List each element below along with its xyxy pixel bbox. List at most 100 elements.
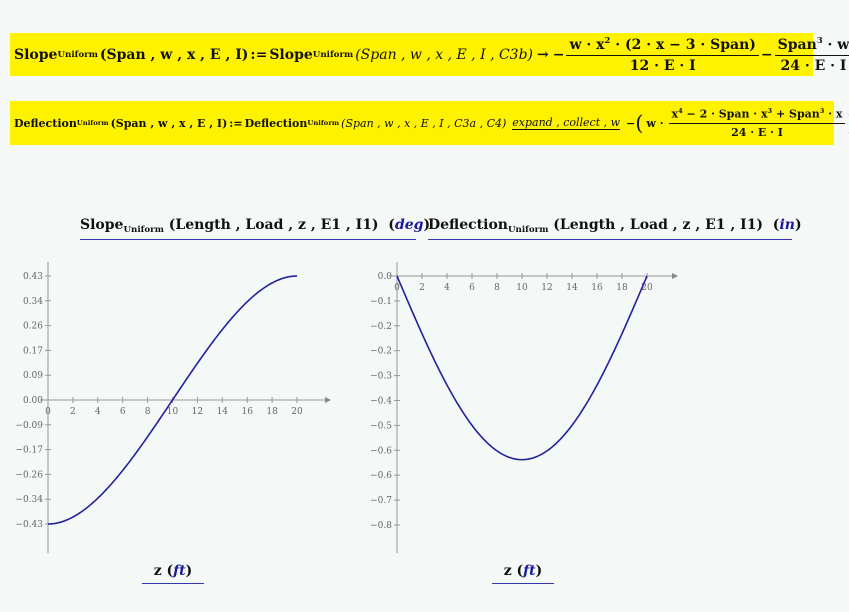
deflection-x-axis-arrow-icon xyxy=(672,273,678,279)
deflection-x-tick-label: 12 xyxy=(541,283,552,293)
slope-x-tick-label: 20 xyxy=(291,407,303,417)
slope-x-axis-arrow-icon xyxy=(325,397,331,403)
slope-x-tick-label: 8 xyxy=(145,407,151,417)
defl-rhs-sub: Uniform xyxy=(307,119,340,127)
frac2-den: 24 · E · I xyxy=(780,57,847,74)
num-c: + Span xyxy=(772,107,820,121)
slope-y-tick-label: −0.09 xyxy=(15,421,43,431)
deflection-y-tick-label: −0.6 xyxy=(370,446,392,456)
slope-chart[interactable]: 0 2 4 6 8 10 12 14 16 18 200.430.340.260.170.090.0… xyxy=(0,0,849,612)
slope-rhs-args: (Span , w , x , E , I , C3b) xyxy=(355,46,534,63)
xlabel-unit: ft xyxy=(173,563,186,579)
defl-lhs-args: (Span , w , x , E , I) xyxy=(110,116,228,130)
slope-x-tick-label: 6 xyxy=(120,407,126,417)
symbolic-arrow: → xyxy=(537,46,549,63)
deflection-x-tick-label: 6 xyxy=(469,283,475,293)
deflection-y-tick-label: −0.7 xyxy=(370,496,392,506)
deflection-y-tick-label: −0.1 xyxy=(370,297,392,307)
minus-sign: − xyxy=(760,46,773,63)
frac2-num-rest: · w xyxy=(822,36,849,53)
num-b: − 2 · Span · x xyxy=(682,107,768,121)
slope-y-tick-label: −0.26 xyxy=(15,470,43,480)
slope-x-tick-label: 4 xyxy=(95,407,101,417)
frac2-num: Span xyxy=(777,36,817,53)
title-unit: in xyxy=(779,217,795,233)
minus-sign: − xyxy=(626,116,636,130)
deflection-x-tick-label: 4 xyxy=(444,283,450,293)
deflection-chart-title[interactable]: DeflectionUniform (Length , Load , z , E… xyxy=(428,217,802,241)
defl-rhs-args: (Span , w , x , E , I , C3a , C4) xyxy=(341,116,507,130)
deflection-y-tick-label: −0.4 xyxy=(370,397,392,407)
symbolic-keywords: expand , collect , w xyxy=(512,116,621,129)
slope-x-tick-label: 14 xyxy=(217,407,229,417)
deflection-y-tick-label: 0.0 xyxy=(378,272,393,282)
defl-fraction: x4 − 2 · Span · x3 + Span3 · x 24 · E · … xyxy=(668,107,846,139)
arrow-line xyxy=(512,129,621,130)
title-name: Slope xyxy=(80,217,124,233)
slope-equation[interactable]: Slope Uniform (Span , w , x , E , I) := S… xyxy=(10,33,849,76)
slope-x-tick-label: 10 xyxy=(167,407,179,417)
deflection-x-tick-label: 10 xyxy=(516,283,528,293)
deflection-equation[interactable]: Deflection Uniform (Span , w , x , E , I)… xyxy=(10,101,849,145)
frac1-den: 12 · E · I xyxy=(629,57,696,74)
deflection-x-tick-label: 0 xyxy=(394,283,400,293)
title-unit: deg xyxy=(394,217,424,233)
slope-y-tick-label: 0.09 xyxy=(23,371,43,381)
deflection-y-tick-label: −0.6 xyxy=(370,471,392,481)
title-sub: Uniform xyxy=(507,225,549,236)
num-d: · x xyxy=(824,107,843,121)
slope-y-tick-label: 0.00 xyxy=(23,396,43,406)
xlabel-var: z xyxy=(153,563,162,579)
slope-chart-title[interactable]: SlopeUniform (Length , Load , z , E1 , I… xyxy=(80,217,430,241)
deflection-x-tick-label: 14 xyxy=(566,283,578,293)
defl-den: 24 · E · I xyxy=(731,125,783,139)
slope-x-tick-label: 0 xyxy=(45,407,51,417)
minus-sign: − xyxy=(552,46,565,63)
deflection-y-tick-label: −0.8 xyxy=(370,521,392,531)
deflection-y-tick-label: −0.2 xyxy=(370,322,392,332)
slope-x-tick-label: 16 xyxy=(241,407,253,417)
slope-x-tick-label: 18 xyxy=(266,407,278,417)
slope-x-label[interactable]: z (ft) xyxy=(142,563,204,584)
deflection-x-tick-label: 20 xyxy=(641,283,653,293)
slope-rhs-sub: Uniform xyxy=(312,49,354,60)
title-args: (Length , Load , z , E1 , I1) xyxy=(553,217,764,233)
left-paren: ( xyxy=(635,110,644,135)
frac1-num: w · x xyxy=(569,36,605,53)
slope-y-tick-label: 0.34 xyxy=(23,297,43,307)
slope-x-tick-label: 12 xyxy=(192,407,203,417)
w-dot: w · xyxy=(646,116,664,130)
slope-y-tick-label: −0.34 xyxy=(15,495,43,505)
deflection-x-tick-label: 8 xyxy=(494,283,500,293)
slope-lhs-name: Slope xyxy=(14,46,58,63)
slope-x-tick-label: 2 xyxy=(70,407,76,417)
defl-lhs-name: Deflection xyxy=(14,116,77,130)
deflection-x-tick-label: 18 xyxy=(616,283,628,293)
frac1-num-rest: · (2 · x − 3 · Span) xyxy=(610,36,756,53)
deflection-y-tick-label: −0.3 xyxy=(370,372,392,382)
symbolic-keyword-arrow: expand , collect , w xyxy=(512,116,621,130)
deflection-y-tick-label: −0.5 xyxy=(370,421,392,431)
deflection-curve xyxy=(396,275,648,461)
define-operator: := xyxy=(229,116,243,130)
title-args: (Length , Load , z , E1 , I1) xyxy=(168,217,379,233)
deflection-x-label[interactable]: z (ft) xyxy=(492,563,554,584)
deflection-x-tick-label: 16 xyxy=(591,283,603,293)
slope-lhs-args: (Span , w , x , E , I) xyxy=(99,46,249,63)
title-sub: Uniform xyxy=(123,225,164,236)
xlabel-unit: ft xyxy=(523,563,536,579)
slope-y-tick-label: 0.43 xyxy=(23,272,43,282)
deflection-y-tick-label: −0.2 xyxy=(370,347,392,357)
slope-curve xyxy=(47,275,298,525)
fraction-2: Span3 · w 24 · E · I xyxy=(774,35,849,74)
xlabel-var: z xyxy=(503,563,512,579)
slope-y-tick-label: −0.17 xyxy=(15,446,43,456)
slope-lhs-sub: Uniform xyxy=(57,49,98,60)
defl-rhs-name: Deflection xyxy=(244,116,308,130)
deflection-x-tick-label: 2 xyxy=(419,283,425,293)
slope-y-tick-label: 0.26 xyxy=(23,322,43,332)
fraction-1: w · x2 · (2 · x − 3 · Span) 12 · E · I xyxy=(566,35,759,74)
defl-lhs-sub: Uniform xyxy=(76,119,109,127)
slope-rhs-name: Slope xyxy=(269,46,313,63)
slope-y-tick-label: 0.17 xyxy=(23,346,43,356)
